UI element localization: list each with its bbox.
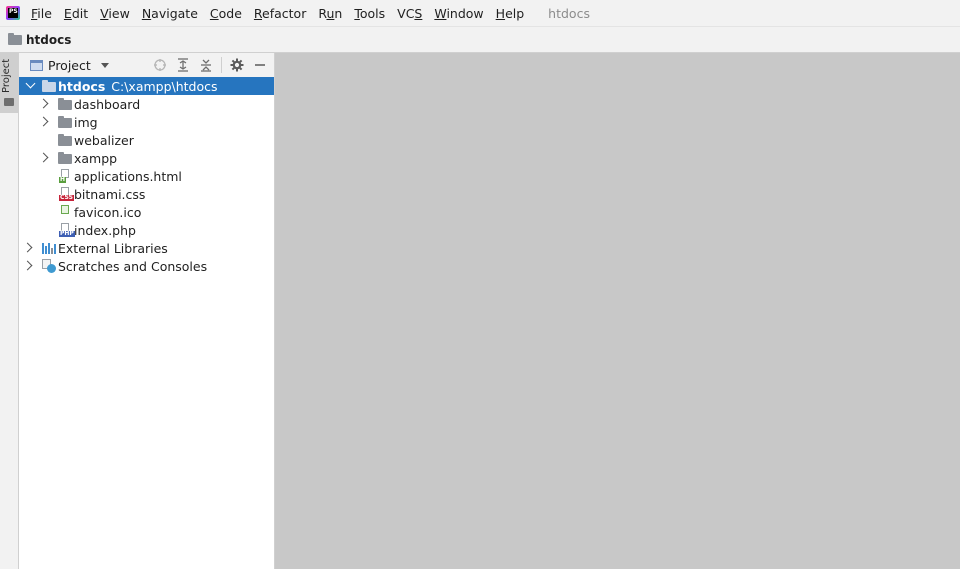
menu-code[interactable]: Code [210,6,242,21]
chevron-right-icon[interactable] [38,116,49,127]
tree-node-label: htdocs [58,78,106,94]
tree-node-favicon-ico[interactable]: favicon.ico [19,203,274,221]
scratches-icon [42,259,56,273]
library-icon [42,242,56,254]
tree-node-label: img [74,114,98,130]
tree-node-label: Scratches and Consoles [58,258,208,274]
tree-node-scratches[interactable]: Scratches and Consoles [19,257,274,275]
menu-navigate[interactable]: Navigate [142,6,198,21]
tree-node-xampp[interactable]: xampp [19,149,274,167]
tree-node-label: applications.html [74,168,182,184]
project-panel-header: Project [19,53,274,77]
tree-node-path: C:\xampp\htdocs [111,78,218,94]
menu-vcs[interactable]: VCS [397,6,422,21]
menu-refactor[interactable]: Refactor [254,6,306,21]
tree-node-dashboard[interactable]: dashboard [19,95,274,113]
tree-node-label: External Libraries [58,240,168,256]
tree-node-label: bitnami.css [74,186,146,202]
folder-icon [58,116,72,128]
menu-window[interactable]: Window [434,6,483,21]
chevron-right-icon[interactable] [38,152,49,163]
breadcrumb-item-htdocs[interactable]: htdocs [26,33,71,47]
folder-icon [58,98,72,110]
tree-node-label: xampp [74,150,118,166]
tree-node-label: index.php [74,222,136,238]
menu-view[interactable]: View [100,6,130,21]
chevron-right-icon[interactable] [22,260,33,271]
project-view-selector[interactable]: Project [48,58,91,73]
css-file-icon: CSS [59,187,74,201]
image-file-icon [59,205,71,219]
gear-icon[interactable] [229,57,245,73]
folder-icon [58,134,72,146]
window-title: htdocs [548,5,590,21]
tree-node-webalizer[interactable]: webalizer [19,131,274,149]
panel-toolbar [145,53,268,77]
folder-icon [58,152,72,164]
breadcrumb: htdocs [0,27,960,53]
tree-node-index-php[interactable]: PHP index.php [19,221,274,239]
chevron-right-icon[interactable] [38,98,49,109]
folder-icon [42,80,56,92]
collapse-all-icon[interactable] [198,57,214,73]
project-tree: htdocs C:\xampp\htdocs dashboard img weba… [19,77,274,275]
folder-icon [4,98,14,106]
tree-node-label: dashboard [74,96,141,112]
menu-bar: PS File Edit View Navigate Code Refactor… [0,0,960,27]
tree-node-htdocs-root[interactable]: htdocs C:\xampp\htdocs [19,77,274,95]
menu-file[interactable]: File [31,6,52,21]
chevron-down-icon[interactable] [25,78,36,89]
project-tool-tab-label: Project [1,58,12,93]
html-file-icon: H [59,169,71,183]
chevron-down-icon[interactable] [100,62,109,68]
minimize-icon[interactable] [252,57,268,73]
project-view-icon [30,59,43,71]
tree-node-bitnami-css[interactable]: CSS bitnami.css [19,185,274,203]
toolbar-separator [221,57,222,73]
expand-all-icon[interactable] [175,57,191,73]
editor-area[interactable] [275,53,960,569]
locate-icon[interactable] [152,57,168,73]
tree-node-applications-html[interactable]: H applications.html [19,167,274,185]
php-file-icon: PHP [59,223,75,237]
project-tool-tab[interactable]: Project [0,53,18,113]
phpstorm-logo-icon[interactable]: PS [6,6,20,20]
tree-node-external-libraries[interactable]: External Libraries [19,239,274,257]
tree-node-label: favicon.ico [74,204,142,220]
menu-run[interactable]: Run [318,6,342,21]
menu-tools[interactable]: Tools [354,6,385,21]
tree-node-label: webalizer [74,132,134,148]
menu-edit[interactable]: Edit [64,6,88,21]
menu-help[interactable]: Help [496,6,525,21]
left-tool-strip: Project [0,53,19,569]
project-panel: Project htdocs C:\xampp\htdocs dashboard… [19,53,275,569]
tree-node-img[interactable]: img [19,113,274,131]
folder-icon [8,32,22,45]
chevron-right-icon[interactable] [22,242,33,253]
